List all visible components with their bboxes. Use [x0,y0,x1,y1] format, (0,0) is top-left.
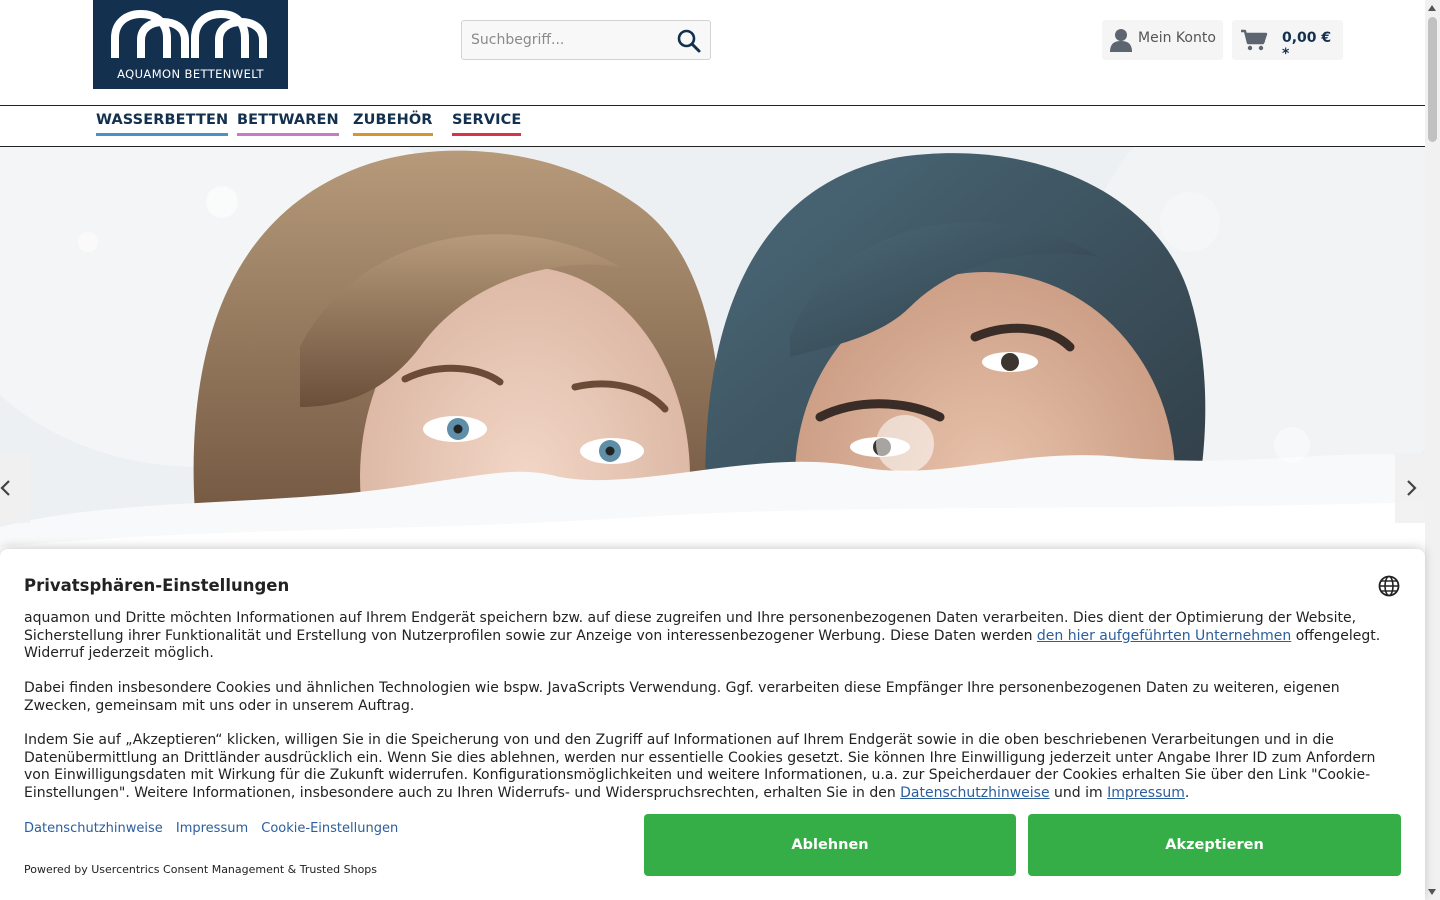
account-label: Mein Konto [1138,30,1216,46]
footer-link-cookie-settings[interactable]: Cookie-Einstellungen [261,821,398,836]
account-button[interactable]: Mein Konto [1102,20,1223,60]
consent-paragraph-2: Dabei finden insbesondere Cookies und äh… [24,680,1340,714]
main-navigation: WASSERBETTEN BETTWAREN ZUBEHÖR SERVICE [0,105,1425,147]
hero-image [0,147,1425,567]
consent-footer-links: Datenschutzhinweise Impressum Cookie-Ein… [24,821,407,836]
nav-item-zubehoer[interactable]: ZUBEHÖR [353,112,433,136]
search-box [461,20,711,60]
cookie-consent-banner: Privatsphären-Einstellungen aquamon und … [0,549,1425,900]
nav-item-bettwaren[interactable]: BETTWAREN [237,112,339,136]
footer-link-privacy[interactable]: Datenschutzhinweise [24,821,163,836]
privacy-notice-link[interactable]: Datenschutzhinweise [900,785,1049,801]
cart-button[interactable]: 0,00 € * [1232,20,1343,62]
chevron-left-icon [0,480,10,496]
consent-title: Privatsphären-Einstellungen [24,576,290,595]
nav-item-wasserbetten[interactable]: WASSERBETTEN [96,112,229,136]
slider-next-button[interactable] [1395,453,1425,523]
cart-total: 0,00 € * [1282,30,1332,62]
language-selector[interactable] [1378,575,1400,601]
deny-button[interactable]: Ablehnen [644,814,1016,876]
search-input[interactable] [462,21,667,59]
nav-item-service[interactable]: SERVICE [452,112,522,136]
logo-text: AQUAMON BETTENWELT [117,67,264,81]
site-header: AQUAMON BETTENWELT Mein Konto 0,00 € * [0,0,1425,105]
scroll-up-arrow-icon[interactable] [1428,5,1436,11]
hero-slider[interactable] [0,147,1425,567]
chevron-right-icon [1407,480,1417,496]
user-icon [1110,29,1132,52]
search-button[interactable] [676,28,702,54]
scrollbar-thumb[interactable] [1428,17,1437,142]
consent-text: und im [1049,784,1108,801]
logo-mark-icon [111,10,267,58]
cart-icon [1241,29,1268,51]
consent-text: . [1184,784,1190,801]
footer-link-imprint[interactable]: Impressum [176,821,248,836]
aquamon-logo[interactable]: AQUAMON BETTENWELT [93,0,288,89]
accept-button[interactable]: Akzeptieren [1028,814,1401,876]
scroll-down-arrow-icon[interactable] [1428,889,1436,895]
companies-link[interactable]: den hier aufgeführten Unternehmen [1037,628,1291,644]
search-icon [677,29,701,53]
consent-paragraph-3: Indem Sie auf „Akzeptieren“ klicken, wil… [24,732,1399,802]
imprint-link[interactable]: Impressum [1107,785,1185,801]
powered-by-text: Powered by Usercentrics Consent Manageme… [24,863,378,876]
slider-prev-button[interactable] [0,453,30,523]
globe-icon [1378,575,1400,597]
page-scrollbar[interactable] [1425,0,1440,900]
consent-paragraph-1: aquamon und Dritte möchten Informationen… [24,610,1399,663]
